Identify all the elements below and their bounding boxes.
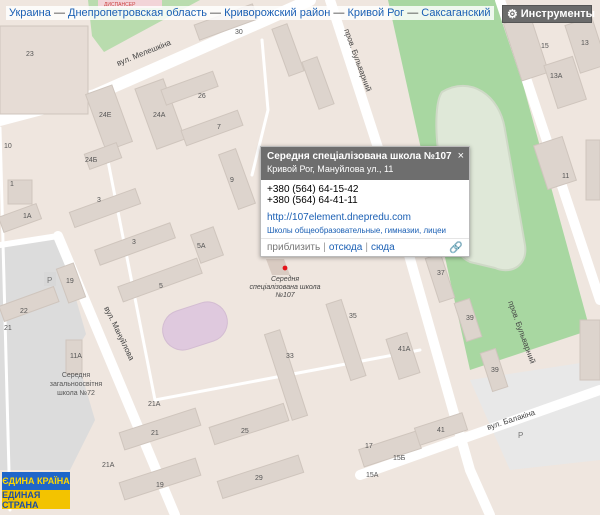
route-to-link[interactable]: сюда [371, 242, 395, 253]
house-number: 41 [437, 427, 445, 434]
house-number: 15А [366, 472, 379, 479]
house-number: 1А [23, 213, 32, 220]
tools-button[interactable]: ⚙ Инструменты [502, 5, 596, 23]
gear-icon: ⚙ [507, 7, 518, 21]
house-number: 41А [398, 346, 411, 353]
popup-actions: приблизить | отсюда | сюда 🔗 [261, 238, 469, 256]
house-number: 3 [132, 239, 136, 246]
house-number: 13 [581, 40, 589, 47]
house-number: 10 [4, 143, 12, 150]
close-icon[interactable]: × [458, 150, 464, 162]
marker-label: №107 [275, 292, 295, 299]
school72-label: Середня [62, 372, 91, 379]
breadcrumb-raion[interactable]: Криворожский район [224, 7, 330, 19]
building-23 [0, 25, 89, 115]
place-popup: Середня спеціалізована школа №107 Кривой… [260, 146, 470, 257]
building-east [585, 139, 600, 201]
popup-body: +380 (564) 64-15-42 +380 (564) 64-41-11 … [261, 180, 469, 235]
building-east-2 [579, 319, 600, 381]
breadcrumb-district[interactable]: Саксаганский [421, 7, 490, 19]
house-number: 21 [151, 430, 159, 437]
popup-header: Середня спеціалізована школа №107 Кривой… [261, 147, 469, 180]
house-number: 5 [159, 283, 163, 290]
parking-west: Р [44, 272, 56, 286]
breadcrumb-ukraine[interactable]: Украина [9, 7, 51, 19]
house-number: 26 [198, 93, 206, 100]
category-link[interactable]: Школы общеобразовательные, гимназии, лиц… [267, 226, 463, 235]
house-number: 13А [550, 73, 563, 80]
popup-title: Середня спеціалізована школа №107 [267, 151, 452, 162]
house-number: 30 [235, 29, 243, 36]
breadcrumb-oblast[interactable]: Днепропетровская область [68, 7, 207, 19]
phone-number[interactable]: +380 (564) 64-41-11 [267, 195, 463, 206]
united-country-logo[interactable]: ЄДИНА КРАЇНА ЕДИНАЯ СТРАНА [2, 472, 70, 510]
house-number: 35 [349, 313, 357, 320]
breadcrumb-separator: — [210, 7, 222, 19]
house-number: 22 [20, 308, 28, 315]
house-number: 24А [153, 112, 166, 119]
zoom-in-link[interactable]: приблизить [267, 242, 320, 253]
house-number: 23 [26, 51, 34, 58]
breadcrumb-separator: — [407, 7, 419, 19]
map-canvas[interactable]: Р Р ДИСПАНСЕР вул. Мелешкіна пров. Бульв… [0, 0, 600, 515]
logo-line-ua: ЄДИНА КРАЇНА [2, 472, 70, 490]
chain-link-icon[interactable]: 🔗 [449, 241, 463, 254]
house-number: 1 [10, 181, 14, 188]
action-separator: | [323, 242, 326, 253]
location-marker[interactable] [282, 265, 288, 271]
house-number: 5А [197, 243, 206, 250]
house-number: 7 [217, 124, 221, 131]
house-number: 11 [562, 173, 569, 180]
breadcrumb-city[interactable]: Кривой Рог [347, 7, 404, 19]
house-number: 15Б [393, 455, 406, 462]
school72-label: загальноосвітня [50, 380, 103, 388]
phone-number[interactable]: +380 (564) 64-15-42 [267, 184, 463, 195]
svg-text:Р: Р [518, 431, 523, 440]
parking-east: Р [518, 431, 523, 440]
school72-number: 11А [70, 353, 82, 360]
house-number: 21А [102, 462, 115, 469]
popup-address: Кривой Рог, Мануйлова ул., 11 [267, 164, 394, 174]
route-from-link[interactable]: отсюда [329, 242, 363, 253]
house-number: 33 [286, 353, 294, 360]
house-number: 39 [466, 315, 474, 322]
house-number: 25 [241, 428, 249, 435]
logo-line-ru: ЕДИНАЯ СТРАНА [2, 490, 70, 510]
house-number: 39 [491, 367, 499, 374]
marker-label: спеціалізована школа [250, 283, 321, 291]
svg-text:Р: Р [47, 276, 52, 285]
house-number: 3 [97, 197, 101, 204]
house-number: 9 [230, 177, 234, 184]
house-number: 29 [255, 475, 263, 482]
marker-label: Середня [271, 275, 299, 283]
house-number: 19 [156, 482, 164, 489]
breadcrumb-separator: — [53, 7, 65, 19]
house-number: 24Б [85, 157, 98, 164]
house-number: 24Е [99, 112, 112, 119]
breadcrumb-separator: — [333, 7, 345, 19]
house-number: 37 [437, 270, 445, 277]
breadcrumb: Украина — Днепропетровская область — Кри… [6, 6, 494, 20]
house-number: 19 [66, 278, 74, 285]
school72-label: школа №72 [57, 390, 95, 397]
action-separator: | [365, 242, 368, 253]
house-number: 15 [541, 43, 549, 50]
website-link[interactable]: http://107element.dnepredu.com [267, 212, 463, 223]
house-number: 17 [365, 443, 373, 450]
house-number: 21 [4, 325, 12, 332]
tools-button-label: Инструменты [520, 8, 596, 20]
house-number: 21А [148, 401, 161, 408]
